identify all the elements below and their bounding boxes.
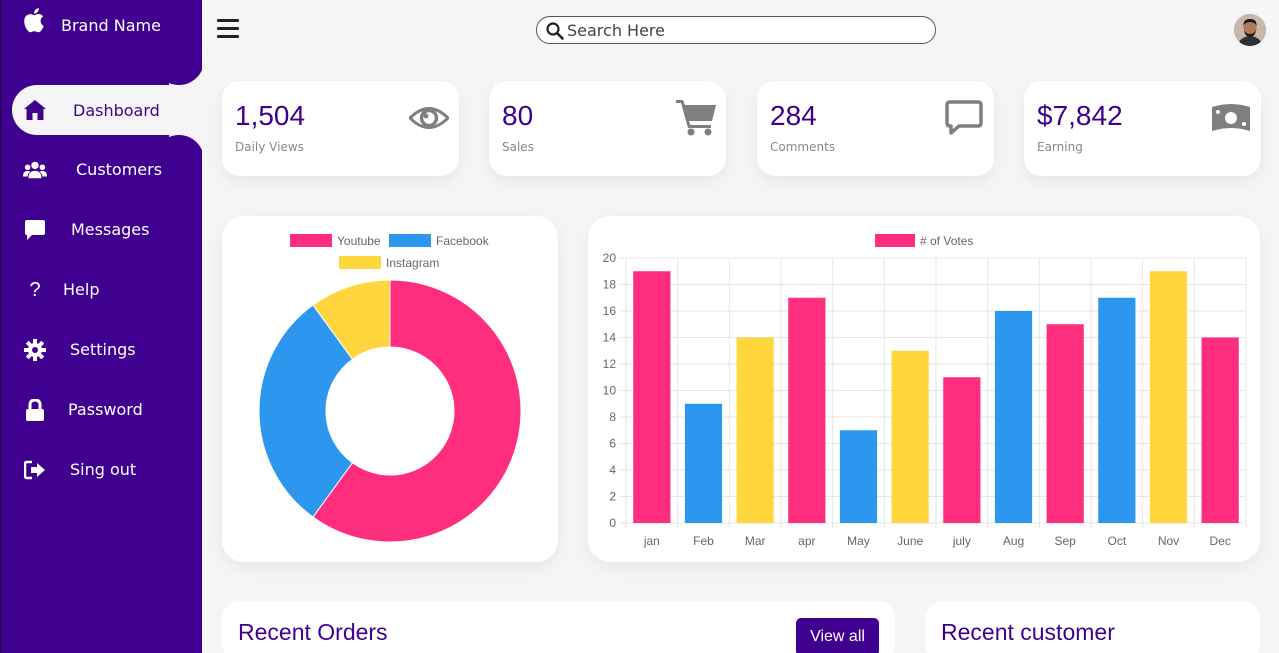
lock-icon — [23, 399, 47, 421]
bar-mar[interactable] — [736, 337, 774, 524]
comment-icon — [945, 100, 983, 135]
home-icon — [23, 99, 47, 121]
bar-dec[interactable] — [1201, 337, 1239, 524]
sidebar-item-customers[interactable]: Customers — [2, 140, 202, 200]
sidebar-mask — [202, 0, 232, 85]
bar-oct[interactable] — [1098, 297, 1136, 523]
y-tick-label: 2 — [609, 490, 616, 504]
avatar[interactable] — [1234, 14, 1266, 46]
bar-chart: 0 2 4 6 8 10 12 14 16 18 20 jan Feb Mar apr May June july… — [603, 251, 1247, 548]
bar-aug[interactable] — [994, 311, 1033, 523]
doughnut-chart-panel: Youtube Facebook Instagram — [222, 216, 558, 562]
stat-caption: Sales — [502, 140, 534, 154]
view-all-button[interactable]: View all — [796, 618, 879, 653]
bar-jan[interactable] — [633, 271, 671, 523]
stat-value: 284 — [770, 100, 817, 131]
menu-toggle-button[interactable] — [217, 19, 239, 39]
x-tick-label: Oct — [1107, 534, 1126, 548]
x-tick-label: july — [952, 534, 971, 548]
y-tick-label: 10 — [603, 384, 617, 398]
sidebar-item-label: Sing out — [70, 460, 137, 479]
stat-caption: Comments — [770, 140, 836, 154]
x-tick-label: June — [897, 534, 923, 548]
sidebar-item-label: Settings — [70, 340, 136, 359]
y-tick-label: 14 — [603, 331, 617, 345]
recent-orders-title: Recent Orders — [238, 619, 388, 645]
eye-icon — [409, 107, 449, 129]
bar-july[interactable] — [943, 377, 981, 523]
sidebar-item-dashboard[interactable]: Dashboard — [12, 85, 204, 135]
sidebar-item-sign-out[interactable]: Sing out — [2, 440, 202, 500]
brand-name: Brand Name — [61, 16, 161, 35]
sidebar-item-label: Messages — [71, 220, 150, 239]
users-icon — [23, 159, 47, 181]
x-tick-label: Feb — [693, 534, 714, 548]
search-icon — [546, 22, 564, 40]
gear-icon — [23, 339, 47, 361]
sidebar-item-label: Help — [63, 280, 100, 299]
stat-value: 80 — [502, 100, 534, 131]
apple-logo-icon — [24, 8, 44, 33]
sidebar-item-label: Password — [68, 400, 143, 419]
bar-june[interactable] — [891, 350, 929, 523]
stat-caption: Earning — [1037, 140, 1083, 154]
sidebar-item-settings[interactable]: Settings — [2, 320, 202, 380]
stat-card-sales[interactable]: 80 Sales — [489, 81, 726, 176]
search-input[interactable] — [567, 20, 917, 40]
y-tick-label: 12 — [603, 357, 617, 371]
recent-customer-panel: Recent customer — [925, 601, 1260, 653]
x-tick-label: Sep — [1054, 534, 1076, 548]
chat-icon — [23, 219, 47, 241]
stat-caption: Daily Views — [235, 140, 304, 154]
hamburger-icon — [217, 19, 239, 22]
sign-out-icon — [23, 459, 47, 481]
x-tick-label: May — [847, 534, 870, 548]
sidebar-item-password[interactable]: Password — [2, 380, 202, 440]
recent-orders-panel: Recent Orders View all — [222, 601, 895, 653]
y-tick-label: 0 — [609, 516, 616, 530]
sidebar-nav: Dashboard Customers Messages ? Help Sett… — [2, 80, 204, 500]
doughnut-chart — [258, 279, 522, 543]
sidebar-item-label: Dashboard — [73, 101, 160, 120]
y-tick-label: 8 — [609, 410, 616, 424]
sidebar-item-help[interactable]: ? Help — [2, 260, 202, 320]
x-tick-label: jan — [643, 534, 660, 548]
x-tick-label: Dec — [1209, 534, 1230, 548]
x-tick-label: Mar — [745, 534, 766, 548]
cart-icon — [676, 100, 716, 136]
y-tick-label: 18 — [603, 278, 617, 292]
question-icon: ? — [29, 278, 41, 301]
y-tick-label: 4 — [609, 463, 616, 477]
bar-sep[interactable] — [1046, 324, 1084, 523]
money-icon — [1212, 104, 1250, 131]
bar-chart-panel: # of Votes 0 2 4 6 8 10 12 14 16 18 20 jan Feb Mar apr… — [588, 216, 1260, 562]
bar-may[interactable] — [839, 430, 878, 523]
y-tick-label: 20 — [603, 251, 617, 265]
stat-card-earning[interactable]: $7,842 Earning — [1024, 81, 1261, 176]
bar-feb[interactable] — [684, 403, 723, 523]
stat-card-comments[interactable]: 284 Comments — [757, 81, 994, 176]
x-tick-label: Nov — [1158, 534, 1179, 548]
stat-value: 1,504 — [235, 100, 306, 131]
sidebar-item-label: Customers — [76, 160, 163, 179]
y-tick-label: 16 — [603, 304, 617, 318]
sidebar-item-messages[interactable]: Messages — [2, 200, 202, 260]
stat-value: $7,842 — [1037, 100, 1123, 131]
search-bar[interactable] — [536, 16, 936, 44]
bar-nov[interactable] — [1149, 271, 1188, 523]
stat-card-daily-views[interactable]: 1,504 Daily Views — [222, 81, 459, 176]
x-tick-label: Aug — [1003, 534, 1024, 548]
bar-apr[interactable] — [788, 297, 826, 523]
y-tick-label: 6 — [609, 437, 616, 451]
x-tick-label: apr — [798, 534, 815, 548]
recent-customer-title: Recent customer — [941, 619, 1115, 645]
